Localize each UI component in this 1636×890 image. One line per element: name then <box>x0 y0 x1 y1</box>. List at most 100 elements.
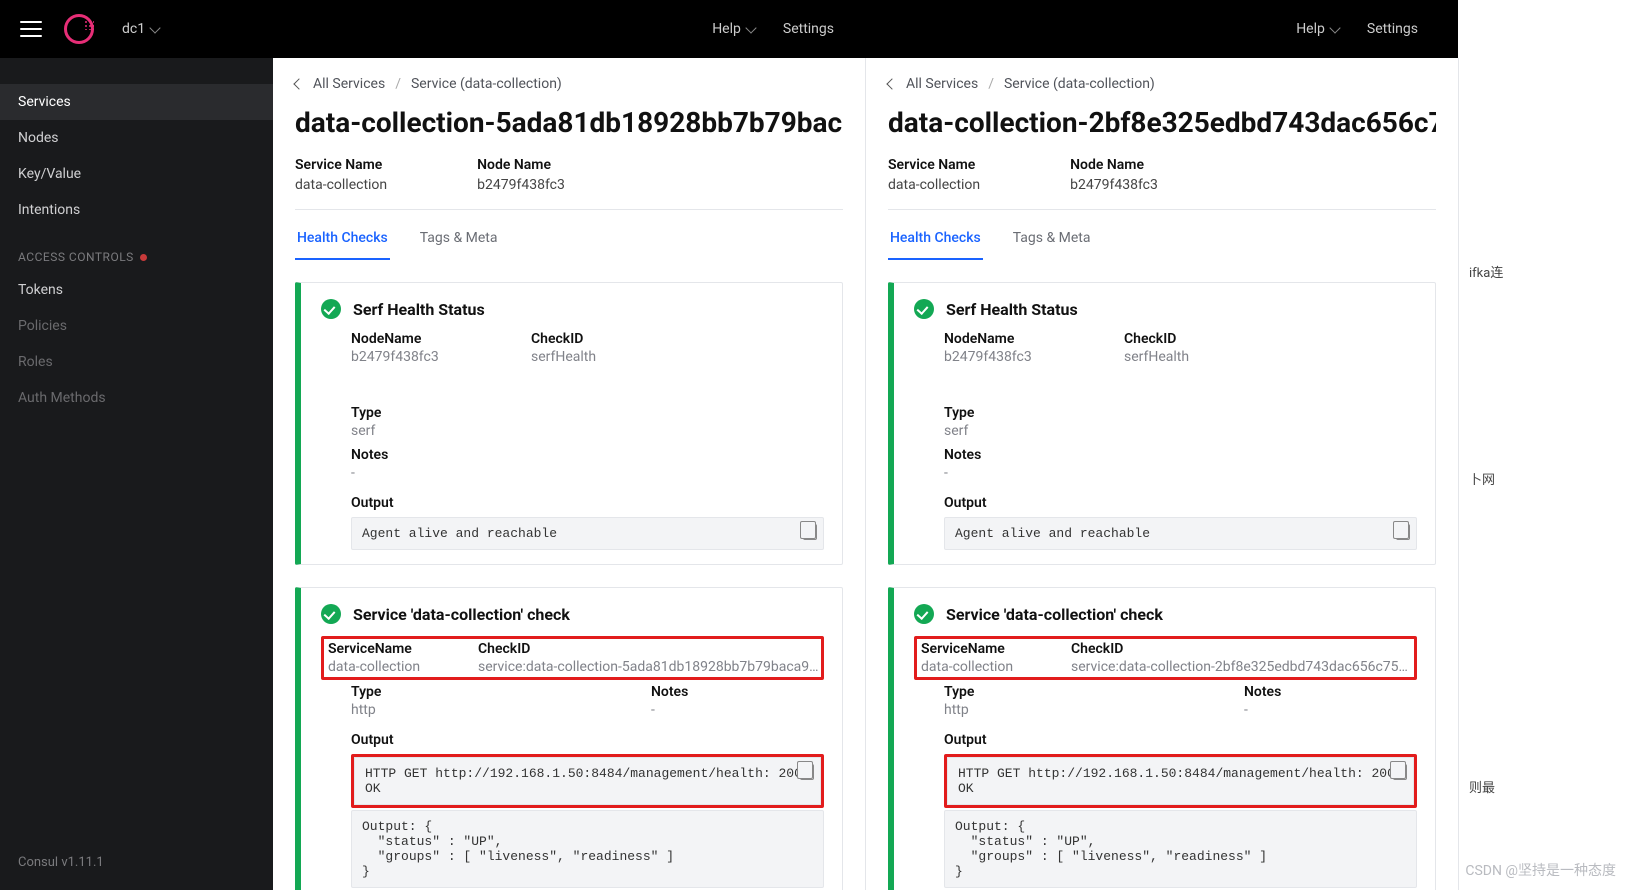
sidebar-item-services[interactable]: Services <box>0 84 273 120</box>
service-name-value: data-collection <box>295 177 387 193</box>
sidebar-section-access-controls: ACCESS CONTROLS <box>0 228 273 272</box>
help-label: Help <box>1296 21 1325 37</box>
kv-servicename-value: data-collection <box>921 659 1031 675</box>
node-name-value: b2479f438fc3 <box>477 177 565 193</box>
check-ok-icon <box>321 604 341 624</box>
right-strip: ifka连 卜网 则最 <box>1458 58 1636 890</box>
tab-tags-meta[interactable]: Tags & Meta <box>418 218 500 260</box>
svc-output-2: Output: { "status" : "UP", "groups" : [ … <box>944 810 1417 888</box>
serf-card-title: Serf Health Status <box>946 300 1078 319</box>
serf-output-text: Agent alive and reachable <box>955 526 1150 541</box>
help-link[interactable]: Help <box>1296 21 1339 37</box>
kv-type-label: Type <box>944 405 1084 421</box>
kv-notes-label: Notes <box>944 447 1084 463</box>
section-label: ACCESS CONTROLS <box>18 250 134 264</box>
kv-checkid-value: service:data-collection-2bf8e325edbd743d… <box>1071 659 1412 675</box>
svc-output-1: HTTP GET http://192.168.1.50:8484/manage… <box>947 757 1414 805</box>
copy-icon[interactable] <box>803 524 817 540</box>
sidebar-item-roles[interactable]: Roles <box>0 344 273 380</box>
serf-output: Agent alive and reachable <box>351 517 824 550</box>
breadcrumb-all-services[interactable]: All Services <box>906 76 978 92</box>
kv-nodename-label: NodeName <box>944 331 1084 347</box>
svc-output-1-text: HTTP GET http://192.168.1.50:8484/manage… <box>365 766 810 796</box>
output-label: Output <box>351 732 824 748</box>
kv-checkid-label: CheckID <box>1124 331 1264 347</box>
check-ok-icon <box>914 604 934 624</box>
copy-icon[interactable] <box>1396 524 1410 540</box>
chevron-down-icon <box>1329 22 1340 33</box>
topbar: dc1 Help Settings Help Settings <box>0 0 854 58</box>
kv-notes-value: - <box>651 702 791 718</box>
tab-health-checks[interactable]: Health Checks <box>888 218 983 260</box>
consul-logo <box>64 14 94 44</box>
help-link[interactable]: Help <box>712 21 755 37</box>
sidebar-item-policies[interactable]: Policies <box>0 308 273 344</box>
copy-icon[interactable] <box>800 764 814 780</box>
chevron-down-icon <box>149 22 160 33</box>
help-label: Help <box>712 21 741 37</box>
pane-right: All Services / Service (data-collection)… <box>866 58 1458 890</box>
kv-notes-value: - <box>944 465 1084 481</box>
breadcrumb-service[interactable]: Service (data-collection) <box>411 76 562 92</box>
highlight-output: HTTP GET http://192.168.1.50:8484/manage… <box>944 754 1417 808</box>
back-icon[interactable] <box>293 78 304 89</box>
svc-card-title: Service 'data-collection' check <box>353 605 570 624</box>
sidebar-item-nodes[interactable]: Nodes <box>0 120 273 156</box>
kv-notes-value: - <box>351 465 491 481</box>
breadcrumb-all-services[interactable]: All Services <box>313 76 385 92</box>
sidebar-item-auth-methods[interactable]: Auth Methods <box>0 380 273 416</box>
kv-nodename-label: NodeName <box>351 331 491 347</box>
settings-link[interactable]: Settings <box>1367 21 1418 37</box>
serf-health-card: Serf Health Status NodeNameb2479f438fc3 … <box>295 282 843 565</box>
chevron-down-icon <box>745 22 756 33</box>
kv-checkid-value: service:data-collection-5ada81db18928bb7… <box>478 659 819 675</box>
settings-link[interactable]: Settings <box>783 21 834 37</box>
breadcrumb-sep: / <box>988 76 994 92</box>
check-ok-icon <box>321 299 341 319</box>
svc-output-2: Output: { "status" : "UP", "groups" : [ … <box>351 810 824 888</box>
divider <box>888 209 1436 210</box>
breadcrumb-service[interactable]: Service (data-collection) <box>1004 76 1155 92</box>
output-label: Output <box>351 495 824 511</box>
tab-health-checks[interactable]: Health Checks <box>295 218 390 260</box>
sidebar-item-tokens[interactable]: Tokens <box>0 272 273 308</box>
node-name-value: b2479f438fc3 <box>1070 177 1158 193</box>
serf-health-card: Serf Health Status NodeNameb2479f438fc3 … <box>888 282 1436 565</box>
svc-output-1: HTTP GET http://192.168.1.50:8484/manage… <box>354 757 821 805</box>
copy-icon[interactable] <box>1393 764 1407 780</box>
datacenter-selector[interactable]: dc1 <box>122 21 159 37</box>
pane-left: All Services / Service (data-collection)… <box>273 58 866 890</box>
serf-output-text: Agent alive and reachable <box>362 526 557 541</box>
kv-servicename-label: ServiceName <box>921 641 1031 657</box>
kv-nodename-value: b2479f438fc3 <box>944 349 1084 365</box>
service-check-card: Service 'data-collection' check ServiceN… <box>295 587 843 890</box>
highlight-service-checkid: ServiceName data-collection CheckID servic… <box>914 636 1417 680</box>
kv-type-value: http <box>351 702 491 718</box>
highlight-output: HTTP GET http://192.168.1.50:8484/manage… <box>351 754 824 808</box>
kv-notes-label: Notes <box>351 447 491 463</box>
service-name-label: Service Name <box>888 157 980 173</box>
tab-tags-meta[interactable]: Tags & Meta <box>1011 218 1093 260</box>
datacenter-label: dc1 <box>122 21 145 37</box>
divider <box>295 209 843 210</box>
warning-dot-icon <box>140 254 147 261</box>
breadcrumb-sep: / <box>395 76 401 92</box>
kv-checkid-value: serfHealth <box>531 349 671 365</box>
serf-output: Agent alive and reachable <box>944 517 1417 550</box>
kv-type-value: serf <box>944 423 1084 439</box>
kv-checkid-label: CheckID <box>1071 641 1412 657</box>
kv-type-value: http <box>944 702 1084 718</box>
menu-icon[interactable] <box>20 21 42 37</box>
breadcrumb: All Services / Service (data-collection) <box>888 76 1436 92</box>
sidebar-item-intentions[interactable]: Intentions <box>0 192 273 228</box>
sidebar: Services Nodes Key/Value Intentions ACCE… <box>0 58 273 890</box>
tabs: Health Checks Tags & Meta <box>888 218 1436 260</box>
topbar-right-duplicate: Help Settings <box>854 0 1458 58</box>
back-icon[interactable] <box>886 78 897 89</box>
sidebar-item-keyvalue[interactable]: Key/Value <box>0 156 273 192</box>
strip-text-a: ifka连 <box>1459 258 1636 285</box>
kv-notes-value: - <box>1244 702 1384 718</box>
serf-card-title: Serf Health Status <box>353 300 485 319</box>
page-title: data-collection-5ada81db18928bb7b79baca <box>295 106 843 139</box>
service-name-value: data-collection <box>888 177 980 193</box>
